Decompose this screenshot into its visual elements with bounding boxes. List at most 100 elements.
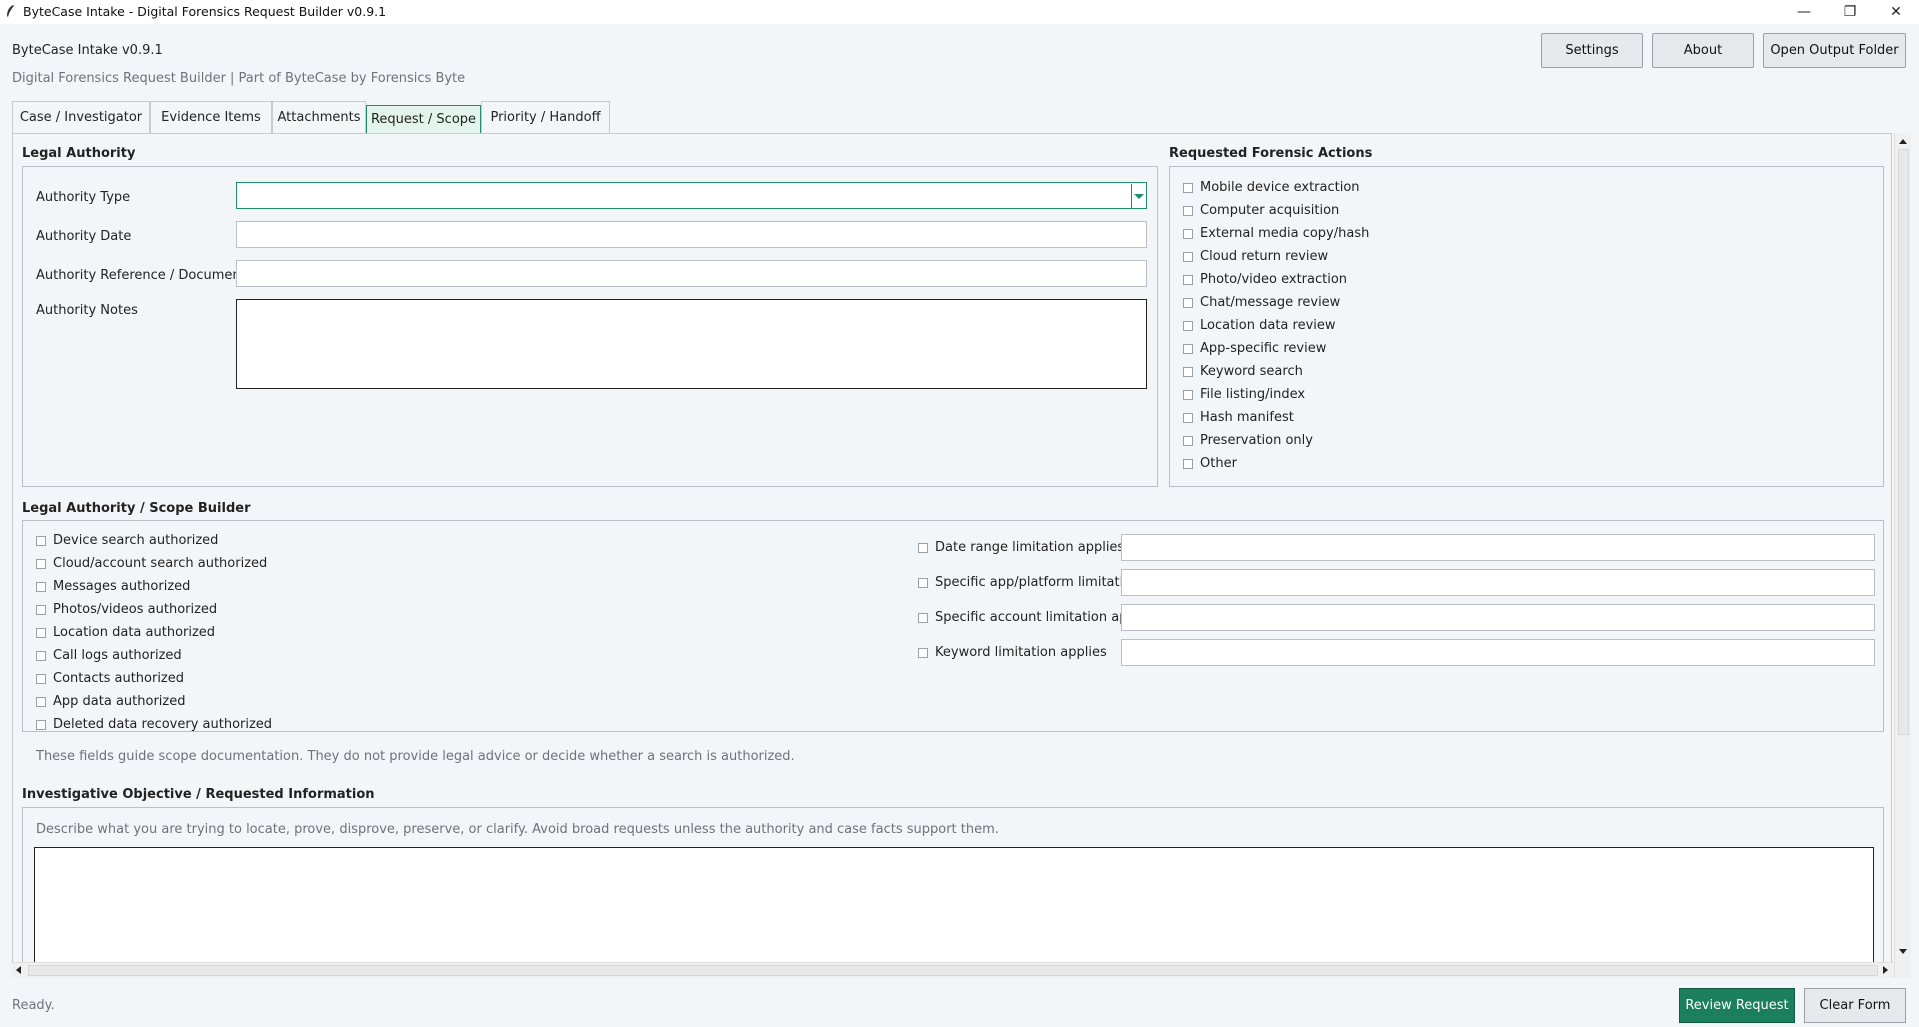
- tab-content-panel: Legal Authority Authority Type Authority…: [12, 133, 1892, 966]
- checkbox-box[interactable]: [918, 612, 928, 623]
- action-checkbox[interactable]: Chat/message review: [1183, 295, 1340, 310]
- checkbox-box[interactable]: [1183, 458, 1193, 469]
- checkbox-box[interactable]: [1183, 205, 1193, 216]
- checkbox-box[interactable]: [1183, 251, 1193, 262]
- checkbox-box[interactable]: [36, 673, 46, 684]
- settings-button[interactable]: Settings: [1541, 33, 1643, 68]
- app-platform-limitation-field[interactable]: [1121, 569, 1875, 596]
- vertical-scrollbar[interactable]: [1894, 133, 1911, 978]
- window-title: ByteCase Intake - Digital Forensics Requ…: [23, 4, 387, 19]
- scope-checkbox[interactable]: Photos/videos authorized: [36, 602, 217, 617]
- scope-checkbox[interactable]: Device search authorized: [36, 533, 218, 548]
- account-limitation-field[interactable]: [1121, 604, 1875, 631]
- checkbox-box[interactable]: [918, 577, 928, 588]
- scope-checkbox[interactable]: Call logs authorized: [36, 648, 182, 663]
- action-label: Preservation only: [1200, 433, 1313, 448]
- checkbox-box[interactable]: [1183, 320, 1193, 331]
- checkbox-box[interactable]: [1183, 228, 1193, 239]
- authority-reference-field[interactable]: [236, 260, 1147, 287]
- action-checkbox[interactable]: Other: [1183, 456, 1237, 471]
- scroll-up-icon[interactable]: [1899, 139, 1907, 144]
- authority-date-field[interactable]: [236, 221, 1147, 248]
- checkbox-box[interactable]: [918, 542, 928, 553]
- review-request-button[interactable]: Review Request: [1679, 988, 1795, 1023]
- scope-checkbox[interactable]: Deleted data recovery authorized: [36, 717, 272, 732]
- close-button[interactable]: ✕: [1873, 0, 1919, 24]
- about-button[interactable]: About: [1652, 33, 1754, 68]
- scroll-left-icon[interactable]: [16, 966, 21, 974]
- scope-label: Messages authorized: [53, 579, 191, 594]
- scope-checkbox[interactable]: Location data authorized: [36, 625, 215, 640]
- authority-notes-textarea[interactable]: [236, 299, 1147, 389]
- action-label: Hash manifest: [1200, 410, 1294, 425]
- tab-attachments[interactable]: Attachments: [272, 101, 366, 133]
- limitation-label: Date range limitation applies: [935, 540, 1125, 555]
- checkbox-box[interactable]: [36, 696, 46, 707]
- action-checkbox[interactable]: File listing/index: [1183, 387, 1305, 402]
- action-checkbox[interactable]: Hash manifest: [1183, 410, 1294, 425]
- action-checkbox[interactable]: App-specific review: [1183, 341, 1326, 356]
- action-checkbox[interactable]: Photo/video extraction: [1183, 272, 1347, 287]
- scope-label: Contacts authorized: [53, 671, 185, 686]
- checkbox-box[interactable]: [1183, 297, 1193, 308]
- checkbox-box[interactable]: [36, 719, 46, 730]
- legal-authority-title: Legal Authority: [22, 146, 136, 161]
- limitation-checkbox[interactable]: Date range limitation applies: [918, 540, 1124, 555]
- checkbox-box[interactable]: [36, 627, 46, 638]
- horizontal-scroll-thumb[interactable]: [28, 965, 1878, 976]
- tab-request-scope[interactable]: Request / Scope: [366, 105, 481, 133]
- objective-title: Investigative Objective / Requested Info…: [22, 787, 375, 802]
- checkbox-box[interactable]: [1183, 274, 1193, 285]
- keyword-limitation-field[interactable]: [1121, 639, 1875, 666]
- vertical-scroll-thumb[interactable]: [1898, 149, 1909, 735]
- action-label: Location data review: [1200, 318, 1336, 333]
- scope-checkbox[interactable]: Cloud/account search authorized: [36, 556, 267, 571]
- checkbox-box[interactable]: [36, 558, 46, 569]
- authority-type-dropdown[interactable]: [236, 182, 1147, 209]
- checkbox-box[interactable]: [1183, 435, 1193, 446]
- checkbox-box[interactable]: [36, 535, 46, 546]
- scroll-right-icon[interactable]: [1883, 966, 1888, 974]
- action-label: Keyword search: [1200, 364, 1303, 379]
- checkbox-box[interactable]: [1183, 389, 1193, 400]
- scope-label: Device search authorized: [53, 533, 219, 548]
- open-output-folder-button[interactable]: Open Output Folder: [1763, 33, 1906, 68]
- checkbox-box[interactable]: [1183, 412, 1193, 423]
- action-label: Photo/video extraction: [1200, 272, 1348, 287]
- checkbox-box[interactable]: [1183, 343, 1193, 354]
- checkbox-box[interactable]: [918, 647, 928, 658]
- checkbox-box[interactable]: [1183, 182, 1193, 193]
- forensic-actions-group: Mobile device extraction Computer acquis…: [1169, 166, 1884, 487]
- action-checkbox[interactable]: Keyword search: [1183, 364, 1303, 379]
- scope-checkbox[interactable]: App data authorized: [36, 694, 185, 709]
- checkbox-box[interactable]: [1183, 366, 1193, 377]
- limitation-checkbox[interactable]: Keyword limitation applies: [918, 645, 1107, 660]
- authority-date-label: Authority Date: [36, 229, 132, 244]
- horizontal-scrollbar[interactable]: [12, 962, 1894, 978]
- restore-button[interactable]: ❐: [1827, 0, 1873, 24]
- scope-builder-group: Device search authorized Cloud/account s…: [22, 520, 1884, 764]
- action-checkbox[interactable]: External media copy/hash: [1183, 226, 1369, 241]
- checkbox-box[interactable]: [36, 581, 46, 592]
- objective-textarea[interactable]: [34, 847, 1874, 965]
- app-feather-icon: [7, 5, 14, 17]
- action-checkbox[interactable]: Mobile device extraction: [1183, 180, 1360, 195]
- scope-checkbox[interactable]: Messages authorized: [36, 579, 190, 594]
- tab-priority-handoff[interactable]: Priority / Handoff: [481, 101, 610, 133]
- checkbox-box[interactable]: [36, 650, 46, 661]
- tab-case-investigator[interactable]: Case / Investigator: [12, 101, 150, 133]
- legal-authority-group: Authority Type Authority Date Authority …: [22, 166, 1158, 487]
- action-checkbox[interactable]: Location data review: [1183, 318, 1336, 333]
- scope-checkbox[interactable]: Contacts authorized: [36, 671, 184, 686]
- checkbox-box[interactable]: [36, 604, 46, 615]
- scroll-down-icon[interactable]: [1899, 949, 1907, 954]
- chevron-down-icon[interactable]: [1131, 184, 1145, 209]
- clear-form-button[interactable]: Clear Form: [1804, 988, 1906, 1023]
- action-checkbox[interactable]: Preservation only: [1183, 433, 1313, 448]
- tab-evidence-items[interactable]: Evidence Items: [150, 101, 272, 133]
- action-checkbox[interactable]: Computer acquisition: [1183, 203, 1339, 218]
- action-checkbox[interactable]: Cloud return review: [1183, 249, 1328, 264]
- action-label: Mobile device extraction: [1200, 180, 1360, 195]
- minimize-button[interactable]: —: [1781, 0, 1827, 24]
- date-range-limitation-field[interactable]: [1121, 534, 1875, 561]
